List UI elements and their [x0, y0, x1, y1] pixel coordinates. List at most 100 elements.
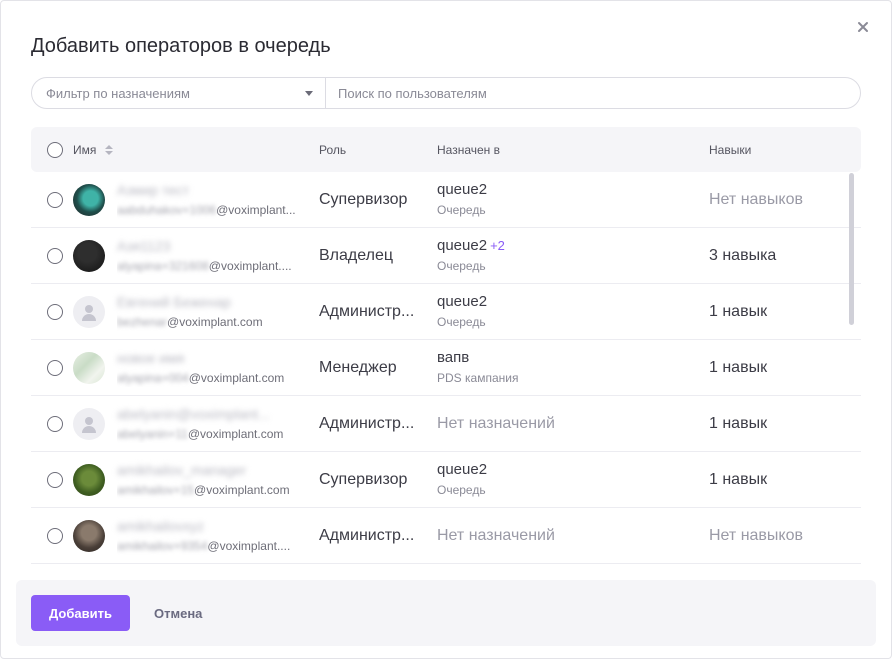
table-row[interactable]: abelyanin@voximplant... abelyanin+11@voxi…: [31, 396, 861, 452]
cancel-button[interactable]: Отмена: [144, 595, 212, 631]
row-checkbox[interactable]: [47, 527, 63, 544]
assigned-cell: Нет назначений: [437, 508, 555, 563]
user-email-domain: @voximplant...: [216, 202, 296, 217]
row-checkbox[interactable]: [47, 359, 63, 376]
assigned-type: Очередь: [437, 259, 486, 273]
user-skills: 1 навык: [709, 470, 768, 488]
row-select-cell: [47, 396, 63, 451]
assigned-cell: вапв PDS кампания: [437, 340, 518, 395]
column-header-name-label: Имя: [73, 142, 97, 157]
add-button[interactable]: Добавить: [31, 595, 130, 631]
avatar-cell: [73, 284, 105, 339]
avatar: [73, 239, 105, 272]
user-search-input[interactable]: [326, 78, 860, 108]
assigned-name: queue2: [437, 181, 488, 198]
user-role: Супервизор: [319, 191, 408, 208]
select-all-checkbox[interactable]: [47, 141, 63, 158]
assigned-name: queue2: [437, 461, 488, 478]
assigned-type: Очередь: [437, 483, 486, 497]
user-role: Администр...: [319, 303, 415, 320]
user-email: amikhailov+15@voximplant.com: [117, 481, 290, 499]
assigned-name: queue2: [437, 237, 488, 254]
row-checkbox[interactable]: [47, 303, 63, 320]
table-row[interactable]: Азя1123 alyapina+321608@voximplant.... Вла…: [31, 228, 861, 284]
avatar: [73, 463, 105, 496]
row-checkbox[interactable]: [47, 471, 63, 488]
operators-table: Имя Роль Назначен в Навыки Азмир тест aab…: [31, 127, 861, 569]
row-checkbox[interactable]: [47, 247, 63, 264]
user-email-domain: @voximplant.com: [194, 482, 290, 497]
assigned-cell: queue2 Очередь: [437, 284, 487, 339]
user-name: Азя1123: [117, 237, 171, 254]
user-email-domain: @voximplant.com: [167, 314, 263, 329]
column-header-role: Роль: [319, 142, 347, 157]
avatar-cell: [73, 340, 105, 395]
column-header-name[interactable]: Имя: [73, 127, 114, 172]
user-email: aabduhakov+1006@voximplant...: [117, 201, 296, 219]
table-row[interactable]: Азмир тест aabduhakov+1006@voximplant... С…: [31, 172, 861, 228]
user-info: Евгений Беженар bezhenar@voximplant.com: [117, 284, 307, 339]
assigned-name: вапв: [437, 349, 470, 366]
user-email-prefix: alyapina+321608: [117, 258, 209, 273]
user-name: amikhailovxyz: [117, 517, 205, 534]
table-row[interactable]: новое имя alyapina+004@voximplant.com Мене…: [31, 340, 861, 396]
user-role: Супервизор: [319, 471, 408, 488]
user-skills: 1 навык: [709, 414, 768, 432]
user-role: Менеджер: [319, 359, 397, 376]
user-info: abelyanin@voximplant... abelyanin+11@voxi…: [117, 396, 307, 451]
user-skills: Нет навыков: [709, 190, 804, 208]
user-info: amikhailov_manager amikhailov+15@voximpla…: [117, 452, 307, 507]
user-email-domain: @voximplant.com: [188, 370, 285, 385]
close-icon[interactable]: [851, 15, 875, 39]
user-email-prefix: abelyanin+11: [117, 426, 188, 441]
assigned-name: Нет назначений: [437, 414, 555, 432]
row-checkbox[interactable]: [47, 415, 63, 432]
row-select-cell: [47, 284, 63, 339]
user-email-domain: @voximplant.com: [187, 426, 284, 441]
column-header-assigned: Назначен в: [437, 142, 501, 157]
add-operators-dialog: Добавить операторов в очередь Фильтр по …: [0, 0, 892, 659]
avatar-cell: [73, 396, 105, 451]
table-body: Азмир тест aabduhakov+1006@voximplant... С…: [31, 172, 861, 564]
user-email-prefix: aabduhakov+1006: [117, 202, 217, 217]
user-name: Евгений Беженар: [117, 293, 231, 310]
dialog-title: Добавить операторов в очередь: [31, 35, 331, 57]
assigned-name: Нет назначений: [437, 526, 555, 544]
user-icon: [73, 295, 105, 328]
assigned-name: queue2: [437, 293, 488, 310]
user-role: Администр...: [319, 415, 415, 432]
assigned-extra-count: +2: [490, 238, 505, 253]
assigned-target: queue2: [437, 293, 487, 311]
user-info: amikhailovxyz amikhailov+9354@voximplant.…: [117, 508, 307, 563]
user-email-prefix: amikhailov+15: [117, 482, 195, 497]
row-select-cell: [47, 228, 63, 283]
user-info: новое имя alyapina+004@voximplant.com: [117, 340, 307, 395]
filter-bar: Фильтр по назначениям: [31, 77, 861, 109]
dialog-footer: Добавить Отмена: [16, 580, 876, 646]
user-email: abelyanin+11@voximplant.com: [117, 425, 283, 443]
assigned-target: вапв: [437, 349, 469, 367]
row-checkbox[interactable]: [47, 191, 63, 208]
user-info: Азя1123 alyapina+321608@voximplant....: [117, 228, 307, 283]
table-row[interactable]: Евгений Беженар bezhenar@voximplant.com Ад…: [31, 284, 861, 340]
user-email: alyapina+004@voximplant.com: [117, 369, 284, 387]
user-role: Администр...: [319, 527, 415, 544]
user-skills: 1 навык: [709, 302, 768, 320]
avatar: [73, 351, 105, 384]
table-row[interactable]: amikhailovxyz amikhailov+9354@voximplant.…: [31, 508, 861, 564]
table-header: Имя Роль Назначен в Навыки: [31, 127, 861, 172]
user-email-prefix: bezhenar: [117, 314, 168, 329]
user-role: Владелец: [319, 247, 394, 264]
assignment-filter-select[interactable]: Фильтр по назначениям: [32, 78, 326, 108]
user-name: amikhailov_manager: [117, 461, 247, 478]
user-email-domain: @voximplant....: [208, 258, 292, 273]
table-scrollbar[interactable]: [849, 173, 854, 325]
chevron-down-icon: [305, 90, 313, 96]
table-row[interactable]: amikhailov_manager amikhailov+15@voximpla…: [31, 452, 861, 508]
assigned-cell: queue2 Очередь: [437, 452, 487, 507]
user-email-prefix: alyapina+004: [117, 370, 189, 385]
assigned-target: Нет назначений: [437, 415, 555, 433]
user-email-domain: @voximplant....: [207, 538, 291, 553]
avatar-cell: [73, 172, 105, 227]
assigned-cell: Нет назначений: [437, 396, 555, 451]
